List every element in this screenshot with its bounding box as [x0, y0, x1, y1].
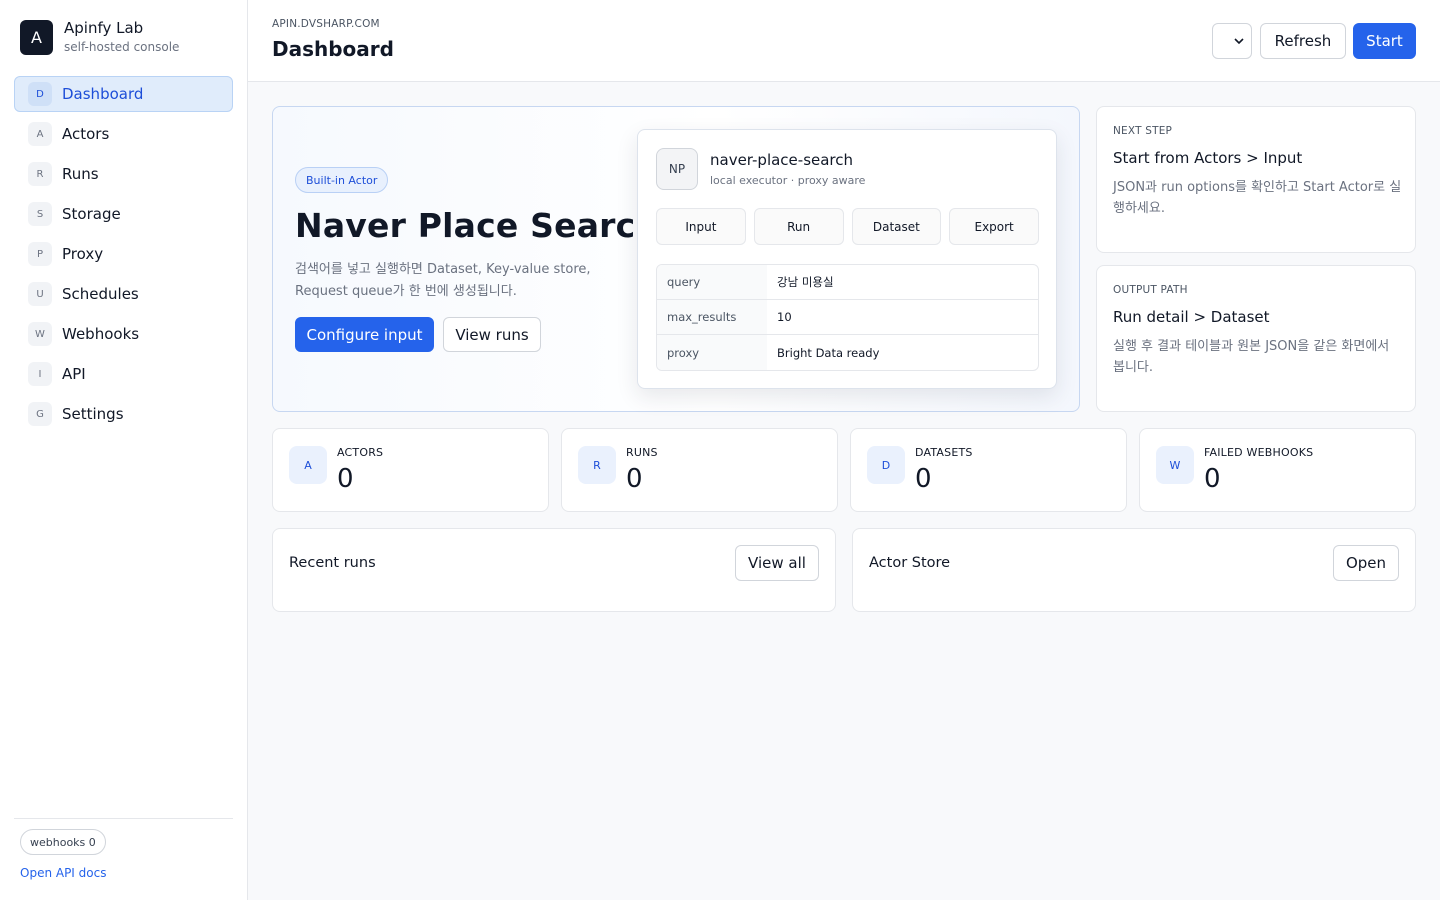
api-docs-link[interactable]: Open API docs: [20, 866, 106, 880]
actor-tabs: Input Run Dataset Export: [656, 208, 1039, 245]
stat-label: RUNS: [626, 446, 658, 459]
output-path-kicker: OUTPUT PATH: [1113, 284, 1188, 296]
brand-subtitle: self-hosted console: [64, 40, 180, 54]
dashboard-icon: D: [28, 82, 52, 106]
tab-run[interactable]: Run: [753, 208, 844, 245]
next-step-card: NEXT STEP Start from Actors > Input JSON…: [1096, 106, 1416, 253]
brand-logo: A: [20, 19, 53, 55]
view-all-button[interactable]: View all: [735, 545, 819, 581]
stat-card-runs: R RUNS 0: [561, 428, 838, 512]
hero-title: Naver Place Search: [295, 206, 660, 245]
sidebar-item-label: Runs: [62, 165, 99, 183]
actor-store-panel: Actor Store Open: [852, 528, 1416, 612]
next-step-kicker: NEXT STEP: [1113, 125, 1173, 137]
stat-value: 0: [337, 464, 354, 494]
domain-label: APIN.DVSHARP.COM: [272, 18, 380, 30]
tab-dataset[interactable]: Dataset: [851, 208, 942, 245]
output-path-description: 실행 후 결과 테이블과 원본 JSON을 같은 화면에서 봅니다.: [1113, 339, 1390, 375]
sidebar-item-label: Settings: [62, 405, 124, 423]
row-key: proxy: [657, 335, 767, 370]
stat-card-datasets: D DATASETS 0: [850, 428, 1127, 512]
table-row: query 강남 미용실: [657, 265, 1038, 300]
refresh-button[interactable]: Refresh: [1260, 23, 1346, 59]
sidebar-item-proxy[interactable]: P Proxy: [14, 236, 233, 272]
row-key: max_results: [657, 300, 767, 334]
api-icon: I: [28, 362, 52, 386]
sidebar-item-label: Proxy: [62, 245, 104, 263]
actor-input-table: query 강남 미용실 max_results 10 proxy Bright…: [656, 264, 1039, 371]
webhooks-stat-icon: W: [1156, 446, 1194, 484]
stat-label: ACTORS: [337, 446, 384, 459]
proxy-icon: P: [28, 242, 52, 266]
stat-label: DATASETS: [915, 446, 973, 459]
stat-label: FAILED WEBHOOKS: [1204, 446, 1314, 459]
actor-name: naver-place-search: [710, 151, 854, 169]
recent-runs-title: Recent runs: [289, 555, 376, 571]
runs-stat-icon: R: [578, 446, 616, 484]
sidebar-item-label: Actors: [62, 125, 110, 143]
sidebar-footer: webhooks 0 Open API docs: [14, 818, 233, 880]
row-value: 10: [777, 310, 792, 324]
stat-card-failed-webhooks: W FAILED WEBHOOKS 0: [1139, 428, 1416, 512]
schedules-icon: U: [28, 282, 52, 306]
built-in-actor-badge: Built-in Actor: [295, 167, 389, 193]
sidebar-nav: D Dashboard A Actors R Runs S Storage P …: [14, 76, 233, 436]
chevron-down-icon: [1234, 34, 1244, 48]
sidebar-item-actors[interactable]: A Actors: [14, 116, 233, 152]
webhooks-icon: W: [28, 322, 52, 346]
workspace-select[interactable]: [1212, 23, 1252, 59]
actors-stat-icon: A: [289, 446, 327, 484]
datasets-stat-icon: D: [867, 446, 905, 484]
stat-value: 0: [1204, 464, 1221, 494]
sidebar-item-settings[interactable]: G Settings: [14, 396, 233, 432]
table-row: max_results 10: [657, 300, 1038, 335]
sidebar-item-label: Schedules: [62, 285, 139, 303]
output-path-card: OUTPUT PATH Run detail > Dataset 실행 후 결과…: [1096, 265, 1416, 412]
storage-icon: S: [28, 202, 52, 226]
sidebar-item-api[interactable]: I API: [14, 356, 233, 392]
recent-runs-panel: Recent runs View all: [272, 528, 836, 612]
next-step-title: Start from Actors > Input: [1113, 149, 1303, 167]
sidebar-item-label: Webhooks: [62, 325, 140, 343]
view-runs-button[interactable]: View runs: [443, 317, 541, 352]
tab-export[interactable]: Export: [949, 208, 1039, 245]
top-header: APIN.DVSHARP.COM Dashboard Refresh Start: [248, 0, 1440, 82]
start-button[interactable]: Start: [1353, 23, 1416, 59]
actor-avatar: NP: [656, 148, 698, 190]
row-value: 강남 미용실: [777, 275, 834, 289]
stat-card-actors: A ACTORS 0: [272, 428, 549, 512]
open-actor-store-button[interactable]: Open: [1333, 545, 1399, 581]
runs-icon: R: [28, 162, 52, 186]
actor-preview-card: NP naver-place-search local executor · p…: [637, 129, 1057, 389]
stat-value: 0: [915, 464, 932, 494]
actor-store-title: Actor Store: [869, 555, 951, 571]
settings-icon: G: [28, 402, 52, 426]
output-path-title: Run detail > Dataset: [1113, 308, 1270, 326]
sidebar-item-storage[interactable]: S Storage: [14, 196, 233, 232]
configure-input-button[interactable]: Configure input: [295, 317, 434, 352]
sidebar-item-label: Storage: [62, 205, 121, 223]
sidebar: A Apinfy Lab self-hosted console D Dashb…: [0, 0, 248, 900]
stat-value: 0: [626, 464, 643, 494]
sidebar-item-dashboard[interactable]: D Dashboard: [14, 76, 233, 112]
actors-icon: A: [28, 122, 52, 146]
sidebar-item-label: API: [62, 365, 86, 383]
page-title: Dashboard: [272, 37, 394, 61]
table-row: proxy Bright Data ready: [657, 335, 1038, 370]
hero-description: 검색어를 넣고 실행하면 Dataset, Key-value store, R…: [295, 262, 591, 299]
brand-name: Apinfy Lab: [64, 19, 144, 37]
brand[interactable]: A Apinfy Lab self-hosted console: [20, 19, 179, 55]
next-step-description: JSON과 run options를 확인하고 Start Actor로 실행하…: [1113, 180, 1402, 216]
sidebar-item-schedules[interactable]: U Schedules: [14, 276, 233, 312]
actor-subtitle: local executor · proxy aware: [710, 174, 866, 187]
sidebar-item-runs[interactable]: R Runs: [14, 156, 233, 192]
row-key: query: [657, 265, 767, 299]
webhooks-count-badge: webhooks 0: [20, 829, 106, 855]
row-value: Bright Data ready: [777, 345, 880, 360]
hero-panel: Built-in Actor Naver Place Search 검색어를 넣…: [272, 106, 1080, 412]
sidebar-item-label: Dashboard: [62, 85, 144, 103]
tab-input[interactable]: Input: [656, 208, 746, 245]
sidebar-item-webhooks[interactable]: W Webhooks: [14, 316, 233, 352]
